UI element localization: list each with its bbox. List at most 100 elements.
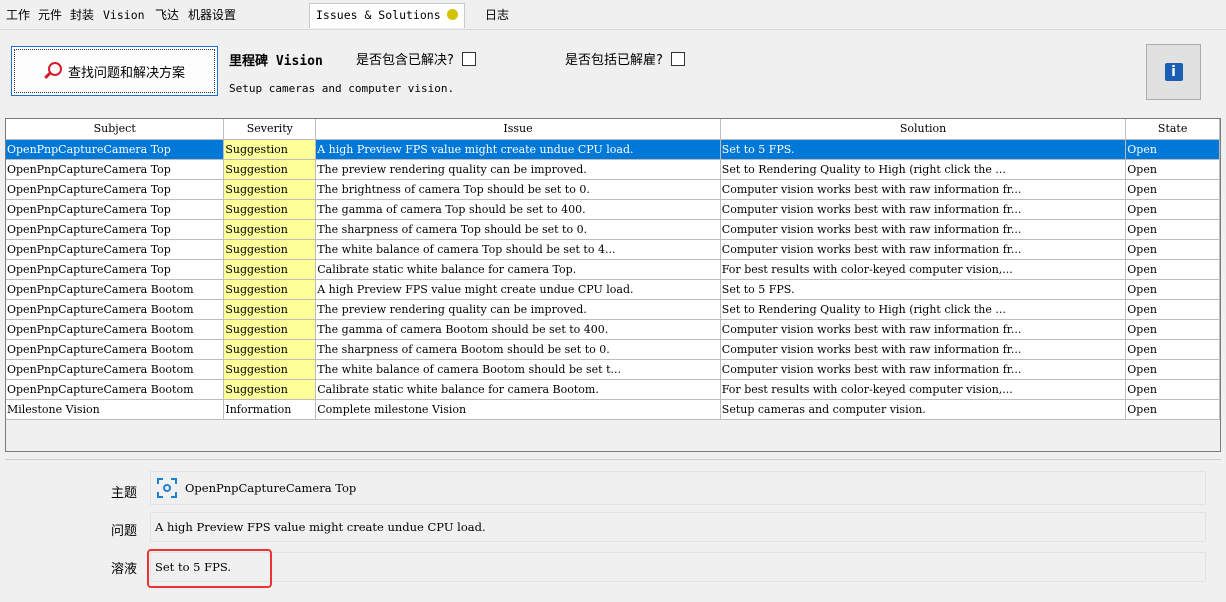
tab-packages[interactable]: 封装 xyxy=(66,5,98,26)
cell-severity: Suggestion xyxy=(223,319,317,340)
cell-subject: OpenPnpCaptureCamera Bootom xyxy=(6,359,225,380)
column-header-severity[interactable]: Severity xyxy=(223,119,317,140)
cell-state: Open xyxy=(1125,259,1220,280)
issues-table-body: OpenPnpCaptureCamera Top Suggestion A high… xyxy=(6,139,1220,420)
search-icon xyxy=(44,62,62,80)
cell-severity: Suggestion xyxy=(223,279,317,300)
cell-subject: OpenPnpCaptureCamera Bootom xyxy=(6,279,225,300)
table-row[interactable]: OpenPnpCaptureCamera Bootom Suggestion The… xyxy=(6,339,1220,360)
include-dismissed-checkbox[interactable] xyxy=(670,51,685,66)
table-row[interactable]: OpenPnpCaptureCamera Bootom Suggestion The… xyxy=(6,299,1220,320)
cell-solution: Setup cameras and computer vision. xyxy=(720,399,1127,420)
tab-issues-solutions[interactable]: Issues & Solutions xyxy=(309,3,465,28)
cell-issue: The sharpness of camera Top should be se… xyxy=(315,219,721,240)
column-header-state[interactable]: State xyxy=(1125,119,1220,140)
subject-label: 主题 xyxy=(111,486,138,501)
solution-value: Set to 5 FPS. xyxy=(155,560,231,574)
milestone-prefix: 里程碑 xyxy=(229,54,269,69)
tab-feeders[interactable]: 飞达 xyxy=(151,5,183,26)
tab-vision[interactable]: Vision xyxy=(99,5,149,26)
tab-work[interactable]: 工作 xyxy=(2,5,34,26)
find-issues-button[interactable]: 查找问题和解决方案 xyxy=(11,46,218,96)
cell-issue: The white balance of camera Bootom shoul… xyxy=(315,359,721,380)
cell-state: Open xyxy=(1125,139,1220,160)
issues-toolbar: 查找问题和解决方案 里程碑 Vision Setup cameras and c… xyxy=(0,30,1226,114)
table-row[interactable]: OpenPnpCaptureCamera Top Suggestion The wh… xyxy=(6,239,1220,260)
table-row[interactable]: OpenPnpCaptureCamera Top Suggestion Calibr… xyxy=(6,259,1220,280)
cell-solution: Computer vision works best with raw info… xyxy=(720,339,1127,360)
table-row[interactable]: OpenPnpCaptureCamera Bootom Suggestion A h… xyxy=(6,279,1220,300)
cell-solution: Set to 5 FPS. xyxy=(720,139,1127,160)
cell-subject: OpenPnpCaptureCamera Bootom xyxy=(6,339,225,360)
milestone-description: Setup cameras and computer vision. xyxy=(229,82,455,95)
table-row[interactable]: OpenPnpCaptureCamera Top Suggestion The sh… xyxy=(6,219,1220,240)
tab-parts[interactable]: 元件 xyxy=(34,5,66,26)
table-row[interactable]: OpenPnpCaptureCamera Top Suggestion The br… xyxy=(6,179,1220,200)
column-header-solution[interactable]: Solution xyxy=(720,119,1127,140)
table-row[interactable]: Milestone Vision Information Complete mile… xyxy=(6,399,1220,420)
tab-strip: 工作 元件 封装 Vision 飞达 机器设置 Issues & Solutio… xyxy=(0,0,1226,30)
issue-details-panel: 主题 OpenPnpCaptureCamera Top 问题 A high Pr… xyxy=(5,459,1221,602)
column-header-subject[interactable]: Subject xyxy=(6,119,225,140)
cell-issue: Calibrate static white balance for camer… xyxy=(315,259,721,280)
cell-state: Open xyxy=(1125,379,1220,400)
include-solved-label: 是否包含已解决? xyxy=(356,53,454,68)
cell-subject: OpenPnpCaptureCamera Bootom xyxy=(6,299,225,320)
tab-log[interactable]: 日志 xyxy=(481,5,513,26)
table-row[interactable]: OpenPnpCaptureCamera Top Suggestion A high… xyxy=(6,139,1220,160)
cell-state: Open xyxy=(1125,339,1220,360)
cell-issue: The gamma of camera Bootom should be set… xyxy=(315,319,721,340)
include-dismissed-option[interactable]: 是否包括已解雇? xyxy=(565,49,685,68)
table-row[interactable]: OpenPnpCaptureCamera Bootom Suggestion The… xyxy=(6,319,1220,340)
cell-solution: Computer vision works best with raw info… xyxy=(720,199,1127,220)
table-row[interactable]: OpenPnpCaptureCamera Top Suggestion The pr… xyxy=(6,159,1220,180)
info-icon: i xyxy=(1164,63,1183,81)
cell-solution: For best results with color-keyed comput… xyxy=(720,379,1127,400)
cell-issue: Calibrate static white balance for camer… xyxy=(315,379,721,400)
info-button[interactable]: i xyxy=(1146,44,1201,100)
cell-solution: Set to 5 FPS. xyxy=(720,279,1127,300)
tab-machine-setup[interactable]: 机器设置 xyxy=(184,5,240,26)
cell-severity: Suggestion xyxy=(223,339,317,360)
cell-state: Open xyxy=(1125,159,1220,180)
include-dismissed-label: 是否包括已解雇? xyxy=(565,53,663,68)
cell-solution: Set to Rendering Quality to High (right … xyxy=(720,299,1127,320)
issues-table: Subject Severity Issue Solution State Op… xyxy=(6,119,1220,420)
table-row[interactable]: OpenPnpCaptureCamera Top Suggestion The ga… xyxy=(6,199,1220,220)
cell-state: Open xyxy=(1125,399,1220,420)
table-row[interactable]: OpenPnpCaptureCamera Bootom Suggestion Cal… xyxy=(6,379,1220,400)
column-header-issue[interactable]: Issue xyxy=(315,119,721,140)
cell-severity: Suggestion xyxy=(223,199,317,220)
cell-severity: Suggestion xyxy=(223,219,317,240)
status-dot-icon xyxy=(446,9,458,20)
issue-field: A high Preview FPS value might create un… xyxy=(150,512,1206,542)
cell-solution: Computer vision works best with raw info… xyxy=(720,239,1127,260)
cell-subject: OpenPnpCaptureCamera Bootom xyxy=(6,319,225,340)
cell-severity: Suggestion xyxy=(223,299,317,320)
cell-severity: Information xyxy=(223,399,317,420)
cell-issue: The sharpness of camera Bootom should be… xyxy=(315,339,721,360)
cell-issue: Complete milestone Vision xyxy=(315,399,721,420)
table-row[interactable]: OpenPnpCaptureCamera Bootom Suggestion The… xyxy=(6,359,1220,380)
cell-subject: OpenPnpCaptureCamera Top xyxy=(6,199,225,220)
cell-issue: A high Preview FPS value might create un… xyxy=(315,139,721,160)
issues-table-container: Subject Severity Issue Solution State Op… xyxy=(5,118,1221,452)
cell-subject: OpenPnpCaptureCamera Top xyxy=(6,239,225,260)
subject-field: OpenPnpCaptureCamera Top xyxy=(150,471,1206,505)
camera-icon xyxy=(157,478,177,498)
include-solved-option[interactable]: 是否包含已解决? xyxy=(356,49,476,68)
cell-solution: Set to Rendering Quality to High (right … xyxy=(720,159,1127,180)
cell-state: Open xyxy=(1125,219,1220,240)
cell-state: Open xyxy=(1125,239,1220,260)
cell-solution: For best results with color-keyed comput… xyxy=(720,259,1127,280)
include-solved-checkbox[interactable] xyxy=(461,51,476,66)
cell-severity: Suggestion xyxy=(223,359,317,380)
cell-solution: Computer vision works best with raw info… xyxy=(720,359,1127,380)
cell-solution: Computer vision works best with raw info… xyxy=(720,319,1127,340)
cell-issue: The preview rendering quality can be imp… xyxy=(315,159,721,180)
cell-severity: Suggestion xyxy=(223,379,317,400)
cell-state: Open xyxy=(1125,279,1220,300)
table-header-row: Subject Severity Issue Solution State xyxy=(6,119,1220,140)
cell-solution: Computer vision works best with raw info… xyxy=(720,219,1127,240)
subject-value: OpenPnpCaptureCamera Top xyxy=(185,481,357,495)
